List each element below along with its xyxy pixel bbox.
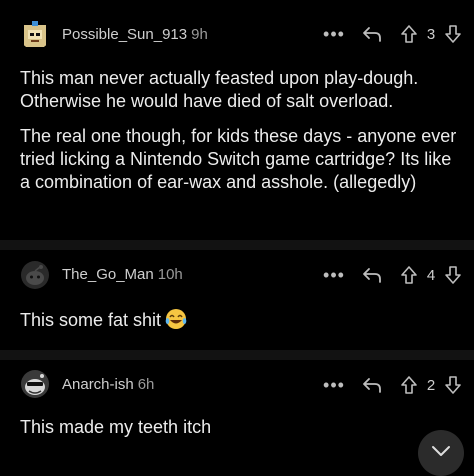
username[interactable]: The_Go_Man xyxy=(62,266,154,283)
downvote-icon[interactable] xyxy=(442,375,464,395)
timestamp: 9h xyxy=(191,26,208,43)
more-options-icon[interactable]: ••• xyxy=(320,265,348,286)
timestamp: 6h xyxy=(137,376,155,393)
reply-icon[interactable] xyxy=(360,25,384,43)
comment-body: This man never actually feasted upon pla… xyxy=(20,67,460,194)
comment-paragraph: The real one though, for kids these days… xyxy=(20,126,457,192)
more-options-icon[interactable]: ••• xyxy=(320,375,348,396)
avatar[interactable] xyxy=(20,20,50,50)
upvote-icon[interactable] xyxy=(398,375,420,395)
downvote-icon[interactable] xyxy=(442,24,464,44)
comment-paragraph: This man never actually feasted upon pla… xyxy=(20,68,419,111)
comment-divider xyxy=(0,350,474,360)
upvote-icon[interactable] xyxy=(398,24,420,44)
comment-the-go-man: The_Go_Man 10h ••• 4 This some fat shit xyxy=(0,250,474,350)
comment-actions: ••• 2 xyxy=(320,373,464,397)
upvote-icon[interactable] xyxy=(398,265,420,285)
comment-header: Anarch-ish 6h xyxy=(62,376,154,393)
comment-body: This some fat shit xyxy=(20,308,460,336)
collapse-chevron-button[interactable] xyxy=(418,430,464,476)
comment-header: The_Go_Man 10h xyxy=(62,266,183,283)
comment-anarch-ish: Anarch-ish 6h ••• 2 This made my teeth it… xyxy=(0,360,474,460)
comment-header: Possible_Sun_913 9h xyxy=(62,26,208,43)
reply-icon[interactable] xyxy=(360,376,384,394)
reply-icon[interactable] xyxy=(360,266,384,284)
more-options-icon[interactable]: ••• xyxy=(320,24,348,45)
laughing-crying-emoji-icon xyxy=(165,308,187,336)
avatar[interactable] xyxy=(20,260,50,290)
username[interactable]: Anarch-ish xyxy=(62,376,134,393)
comment-text: This made my teeth itch xyxy=(20,417,212,437)
vote-score: 2 xyxy=(426,376,436,394)
comment-actions: ••• 4 xyxy=(320,263,464,287)
avatar[interactable] xyxy=(20,369,50,399)
comment-text: This some fat shit xyxy=(20,310,162,330)
timestamp: 10h xyxy=(157,266,183,283)
vote-score: 4 xyxy=(426,266,436,284)
downvote-icon[interactable] xyxy=(442,265,464,285)
username[interactable]: Possible_Sun_913 xyxy=(62,26,187,43)
vote-score: 3 xyxy=(426,25,436,43)
comment-body: This made my teeth itch xyxy=(20,416,460,439)
comment-actions: ••• 3 xyxy=(320,22,464,46)
comment-possible-sun: Possible_Sun_913 9h ••• 3 This man never … xyxy=(0,0,474,240)
comment-divider xyxy=(0,240,474,250)
